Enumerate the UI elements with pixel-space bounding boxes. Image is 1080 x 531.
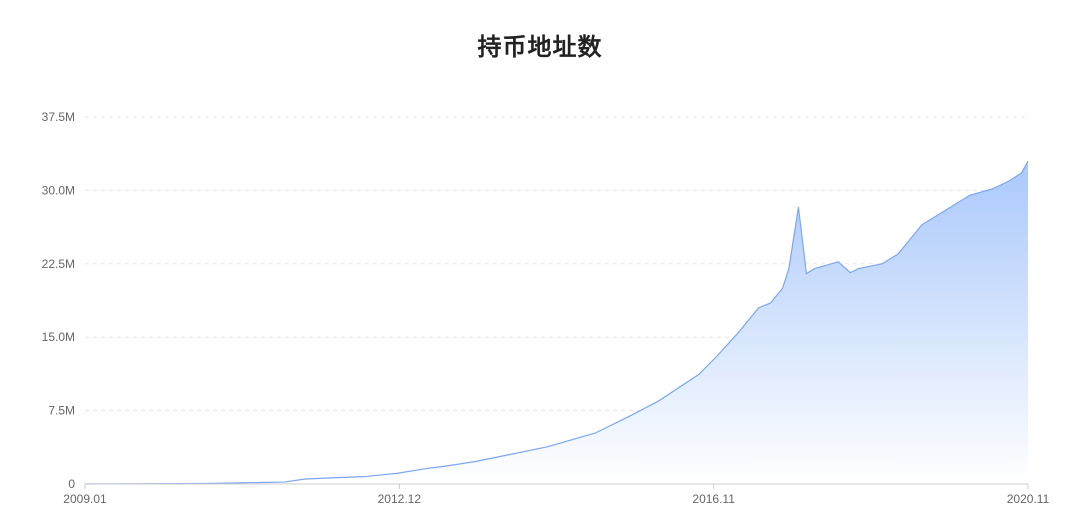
y-tick-label: 7.5M <box>48 404 75 418</box>
y-tick-label: 37.5M <box>42 110 75 124</box>
y-tick-label: 15.0M <box>42 330 75 344</box>
y-tick-label: 30.0M <box>42 183 75 197</box>
x-tick-label: 2012.12 <box>378 492 422 506</box>
y-tick-label: 0 <box>68 477 75 491</box>
chart-container: 持币地址数 0 7.5M 15.0M 22.5M 30.0M 37.5M 2009.01 20… <box>0 0 1080 531</box>
area-fill <box>85 161 1028 485</box>
x-tick-label: 2009.01 <box>63 492 107 506</box>
x-tick-label: 2016.11 <box>692 492 735 506</box>
x-tick-label: 2020.11 <box>1007 492 1050 506</box>
area-chart: 0 7.5M 15.0M 22.5M 30.0M 37.5M 2009.01 2012.12 2… <box>42 110 1050 506</box>
y-tick-label: 22.5M <box>42 257 75 271</box>
